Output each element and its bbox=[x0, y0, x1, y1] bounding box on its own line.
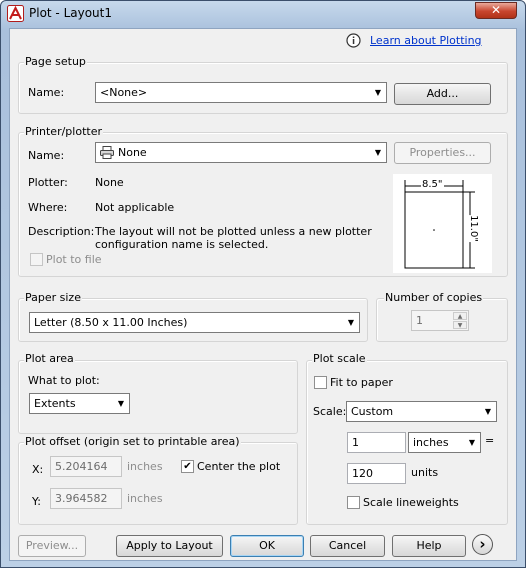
scale-unit-dropdown[interactable]: inches ▼ bbox=[408, 432, 481, 453]
offset-y-input[interactable]: 3.964582 bbox=[50, 488, 122, 509]
spin-up-icon[interactable]: ▲ bbox=[453, 312, 467, 320]
center-the-plot-checkbox[interactable]: ✔ bbox=[181, 460, 194, 473]
fit-to-paper-checkbox[interactable] bbox=[314, 376, 327, 389]
paper-preview: 8.5" 11.0" bbox=[393, 174, 492, 273]
plot-to-file-checkbox[interactable] bbox=[30, 253, 43, 266]
scale-label: Scale: bbox=[313, 405, 347, 418]
paper-height-label: 11.0" bbox=[467, 215, 479, 242]
chevron-down-icon: ▼ bbox=[484, 407, 491, 416]
chevron-down-icon: ▼ bbox=[468, 438, 475, 447]
scale-dropdown[interactable]: Custom ▼ bbox=[346, 401, 497, 422]
learn-about-plotting-link[interactable]: Learn about Plotting bbox=[370, 34, 482, 47]
what-to-plot-label: What to plot: bbox=[28, 374, 100, 387]
paper-size-value: Letter (8.50 x 11.00 Inches) bbox=[34, 316, 188, 329]
title-bar[interactable]: Plot - Layout1 ✕ bbox=[1, 1, 525, 27]
scale-value2-input[interactable]: 120 bbox=[347, 463, 406, 484]
what-to-plot-value: Extents bbox=[34, 397, 76, 410]
scale-unit-value: inches bbox=[413, 436, 449, 449]
printer-name-dropdown[interactable]: None ▼ bbox=[95, 142, 387, 163]
offset-x-unit: inches bbox=[127, 460, 163, 473]
scale-value1-input[interactable]: 1 bbox=[347, 432, 406, 453]
printer-icon bbox=[100, 146, 114, 159]
description-line-2: configuration name is selected. bbox=[95, 238, 269, 251]
offset-y-unit: inches bbox=[127, 492, 163, 505]
chevron-down-icon: ▼ bbox=[347, 318, 354, 327]
plot-area-title: Plot area bbox=[24, 352, 75, 365]
close-icon: ✕ bbox=[490, 3, 502, 17]
preview-button[interactable]: Preview... bbox=[18, 535, 86, 557]
description-label: Description: bbox=[28, 225, 95, 238]
autocad-logo-icon bbox=[7, 5, 24, 22]
page-setup-name-dropdown[interactable]: <None> ▼ bbox=[95, 82, 387, 103]
scale-lineweights-label: Scale lineweights bbox=[363, 496, 459, 509]
page-setup-name-value: <None> bbox=[100, 86, 148, 99]
where-value: Not applicable bbox=[95, 201, 175, 214]
what-to-plot-dropdown[interactable]: Extents ▼ bbox=[29, 393, 130, 414]
scale-value: Custom bbox=[351, 405, 394, 418]
offset-x-label: X: bbox=[32, 463, 44, 476]
copies-spinner[interactable]: 1 ▲ ▼ bbox=[411, 310, 469, 331]
cancel-button[interactable]: Cancel bbox=[310, 535, 385, 557]
page-setup-name-label: Name: bbox=[28, 86, 65, 99]
where-label: Where: bbox=[28, 201, 68, 214]
chevron-down-icon: ▼ bbox=[117, 399, 124, 408]
number-of-copies-title: Number of copies bbox=[384, 291, 484, 304]
checkmark-icon: ✔ bbox=[183, 461, 192, 472]
offset-x-input[interactable]: 5.204164 bbox=[50, 456, 122, 477]
ok-button[interactable]: OK bbox=[230, 535, 304, 557]
scale-lineweights-checkbox[interactable] bbox=[347, 496, 360, 509]
chevron-right-icon: › bbox=[479, 535, 486, 553]
plot-offset-title: Plot offset (origin set to printable are… bbox=[24, 435, 241, 448]
plot-offset-group bbox=[18, 442, 298, 525]
info-icon bbox=[346, 33, 361, 48]
add-button[interactable]: Add... bbox=[394, 83, 491, 105]
equals-sign: = bbox=[485, 434, 495, 447]
scale-units-label: units bbox=[411, 466, 439, 479]
plot-to-file-label: Plot to file bbox=[46, 253, 102, 266]
plot-scale-title: Plot scale bbox=[312, 352, 367, 365]
paper-width-label: 8.5" bbox=[421, 179, 444, 190]
spin-down-icon[interactable]: ▼ bbox=[453, 321, 467, 329]
printer-name-label: Name: bbox=[28, 149, 65, 162]
properties-button[interactable]: Properties... bbox=[394, 142, 491, 164]
printer-name-value: None bbox=[118, 146, 147, 159]
offset-y-label: Y: bbox=[32, 495, 41, 508]
chevron-down-icon: ▼ bbox=[374, 148, 381, 157]
window-title: Plot - Layout1 bbox=[29, 6, 113, 20]
printer-plotter-title: Printer/plotter bbox=[24, 125, 103, 138]
paper-size-dropdown[interactable]: Letter (8.50 x 11.00 Inches) ▼ bbox=[29, 312, 360, 333]
apply-to-layout-button[interactable]: Apply to Layout bbox=[116, 535, 223, 557]
plotter-value: None bbox=[95, 176, 124, 189]
center-the-plot-label: Center the plot bbox=[197, 460, 281, 473]
chevron-down-icon: ▼ bbox=[374, 88, 381, 97]
close-button[interactable]: ✕ bbox=[475, 2, 517, 19]
more-options-button[interactable]: › bbox=[472, 534, 493, 555]
description-line-1: The layout will not be plotted unless a … bbox=[95, 225, 372, 238]
copies-value: 1 bbox=[416, 314, 423, 327]
help-button[interactable]: Help bbox=[392, 535, 466, 557]
page-setup-title: Page setup bbox=[24, 55, 87, 68]
plot-dialog: Plot - Layout1 ✕ Learn about Plotting Pa… bbox=[0, 0, 526, 568]
plotter-label: Plotter: bbox=[28, 176, 68, 189]
fit-to-paper-label: Fit to paper bbox=[330, 376, 393, 389]
dialog-body: Learn about Plotting Page setup Name: <N… bbox=[9, 28, 517, 561]
paper-size-title: Paper size bbox=[24, 291, 82, 304]
